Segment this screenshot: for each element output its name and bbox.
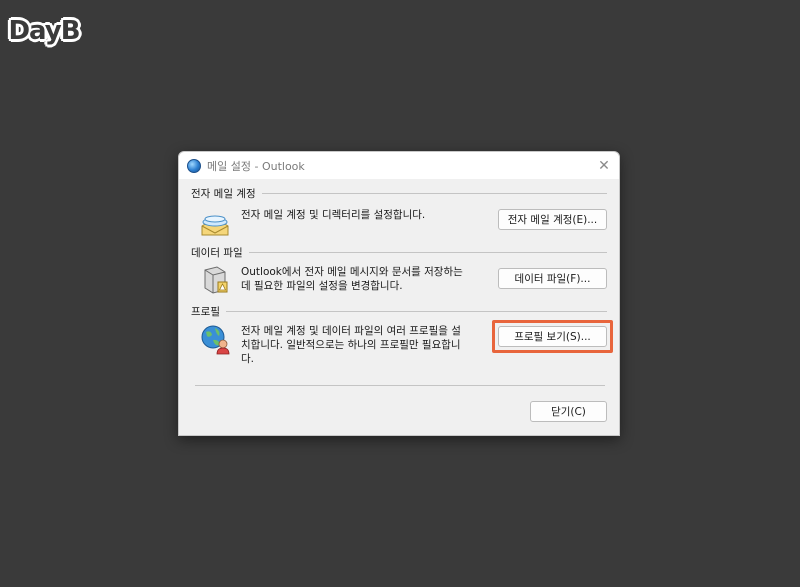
- section-title-email: 전자 메일 계정: [191, 187, 256, 200]
- dayb-logo: DayB: [8, 16, 80, 46]
- section-header-profiles: 프로필: [191, 304, 607, 318]
- outlook-globe-icon: [187, 158, 201, 173]
- section-title-profiles: 프로필: [191, 305, 220, 318]
- close-button[interactable]: 닫기(C): [530, 401, 607, 422]
- divider: [261, 192, 607, 194]
- section-title-data-files: 데이터 파일: [191, 246, 243, 259]
- window-title: 메일 설정 - Outlook: [207, 159, 305, 173]
- section-header-data-files: 데이터 파일: [191, 245, 607, 259]
- data-files-description: Outlook에서 전자 메일 메시지와 문서를 저장하는 데 필요한 파일의 …: [241, 265, 463, 293]
- email-accounts-icon: [201, 215, 229, 236]
- profiles-desc-line1: 전자 메일 계정 및 데이터 파일의 여러 프로필을 설: [241, 325, 461, 337]
- mail-setup-dialog: 메일 설정 - Outlook ✕ 전자 메일 계정 전자 메일 계정 및 디렉…: [178, 151, 620, 436]
- email-description: 전자 메일 계정 및 디렉터리를 설정합니다.: [241, 209, 426, 221]
- profiles-desc-line2: 치합니다. 일반적으로는 하나의 프로필만 필요합니: [241, 339, 461, 351]
- section-header-email: 전자 메일 계정: [191, 186, 607, 200]
- email-accounts-button[interactable]: 전자 메일 계정(E)...: [498, 209, 607, 230]
- data-files-desc-line1: Outlook에서 전자 메일 메시지와 문서를 저장하는: [241, 266, 463, 278]
- profiles-icon: [201, 325, 230, 355]
- show-profiles-button[interactable]: 프로필 보기(S)...: [498, 326, 607, 347]
- close-window-button[interactable]: ✕: [589, 152, 619, 179]
- profiles-desc-line3: 다.: [241, 353, 254, 365]
- title-bar: 메일 설정 - Outlook ✕: [179, 152, 619, 179]
- profiles-description: 전자 메일 계정 및 데이터 파일의 여러 프로필을 설 치합니다. 일반적으로…: [241, 324, 461, 366]
- footer-divider: [195, 385, 605, 386]
- data-files-icon: [204, 266, 228, 294]
- data-files-desc-line2: 데 필요한 파일의 설정을 변경합니다.: [241, 280, 403, 292]
- data-files-button[interactable]: 데이터 파일(F)...: [498, 268, 607, 289]
- divider: [225, 310, 607, 312]
- divider: [248, 251, 607, 253]
